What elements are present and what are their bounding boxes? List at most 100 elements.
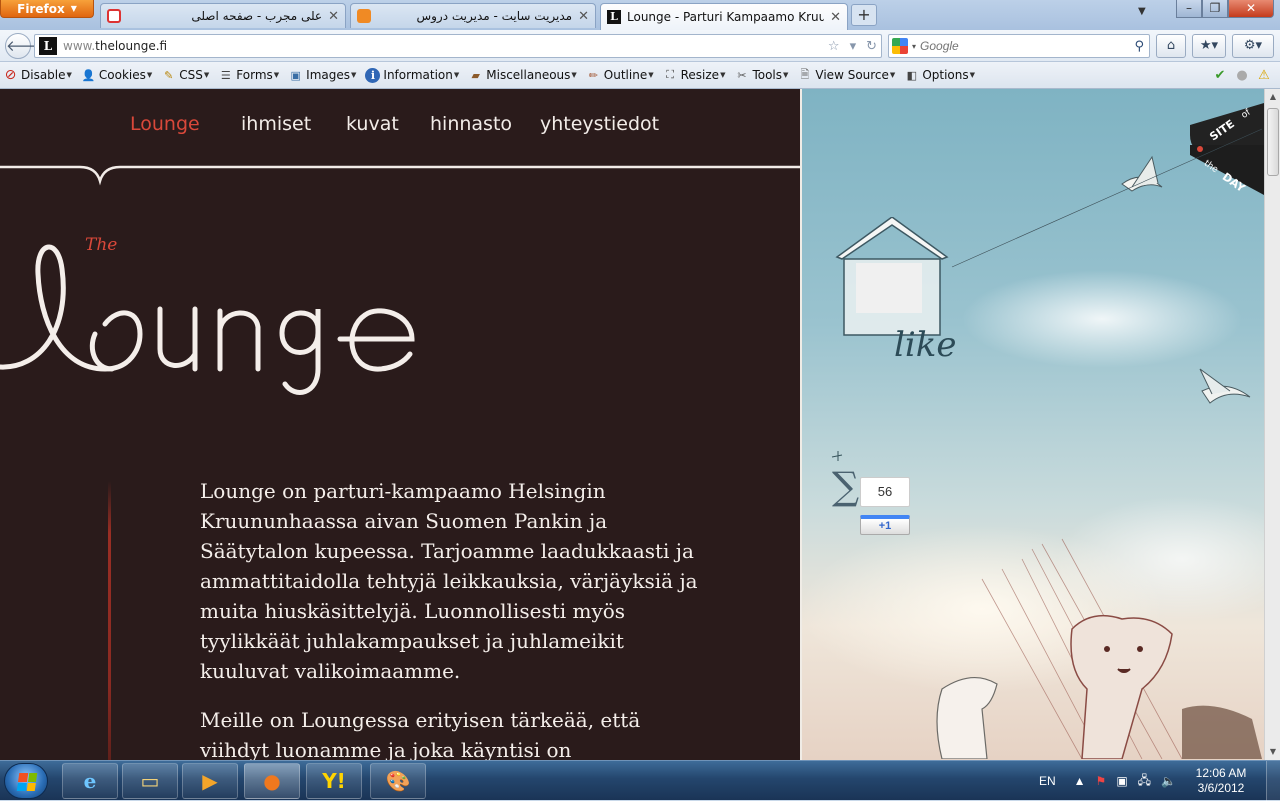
network-icon[interactable]: 🖧 — [1138, 771, 1151, 792]
nav-divider — [0, 165, 800, 186]
action-center-flag-icon[interactable]: ⚑ — [1096, 774, 1107, 788]
view-source-icon: 🗎 — [800, 67, 810, 81]
maximize-button[interactable]: ❐ — [1202, 0, 1228, 18]
gplus-count: 56 — [860, 477, 910, 507]
disable-icon: ⊘ — [4, 67, 17, 83]
nav-link-ihmiset[interactable]: ihmiset — [241, 113, 311, 135]
dev-menu-label: Options — [922, 68, 969, 82]
clock[interactable]: 12:06 AM 3/6/2012 — [1186, 766, 1256, 796]
file-explorer-icon[interactable]: ▭ — [122, 763, 178, 799]
show-desktop-button[interactable] — [1266, 761, 1280, 801]
tab-3-active[interactable]: L Lounge - Parturi Kampaamo Kruunu... ✕ — [600, 3, 848, 30]
tab-1[interactable]: علی مجرب - صفحه اصلی ✕ — [100, 3, 346, 28]
dev-menu-cookies[interactable]: 👤 Cookies ▼ — [81, 68, 153, 83]
tab-strip: Firefox ▼ علی مجرب - صفحه اصلی ✕ مدیریت … — [0, 0, 1280, 30]
cookies-icon: 👤 — [81, 68, 96, 82]
bookmarks-button[interactable]: ★▾ — [1192, 34, 1226, 58]
dev-menu-css[interactable]: ✎ CSS ▼ — [161, 68, 209, 83]
nav-link-kuvat[interactable]: kuvat — [346, 113, 399, 135]
dev-menu-resize[interactable]: ⛶ Resize ▼ — [663, 68, 725, 83]
site-identity-icon[interactable]: L — [39, 37, 57, 55]
chevron-down-icon: ▼ — [453, 71, 460, 79]
url-text[interactable]: www.thelounge.fi — [63, 39, 822, 53]
yahoo-messenger-icon[interactable]: Y! — [306, 763, 362, 799]
close-icon[interactable]: ✕ — [328, 9, 339, 24]
start-button[interactable] — [4, 763, 48, 799]
reload-icon[interactable]: ↻ — [866, 39, 877, 54]
nav-link-hinnasto[interactable]: hinnasto — [430, 113, 512, 135]
checkmark-icon[interactable]: ✔ — [1212, 67, 1228, 83]
vertical-scrollbar[interactable]: ▲ ▼ — [1264, 89, 1280, 760]
dev-menu-options[interactable]: ◧ Options ▼ — [904, 68, 975, 83]
tab-2[interactable]: مدیریت سایت - مدیریت دروس ✕ — [350, 3, 596, 28]
system-tray: EN ▲ ⚑ ▣ 🖧 🔈 12:06 AM 3/6/2012 — [1039, 761, 1280, 801]
search-icon[interactable]: ⚲ — [1134, 39, 1144, 54]
resize-icon: ⛶ — [666, 68, 674, 81]
intro-paragraph: Lounge on parturi-kampaamo Helsingin Kru… — [200, 479, 698, 683]
nav-link-yhteystiedot[interactable]: yhteystiedot — [540, 113, 659, 135]
scroll-up-arrow-icon[interactable]: ▲ — [1265, 89, 1280, 105]
home-button[interactable]: ⌂ — [1156, 34, 1186, 58]
scrollbar-thumb[interactable] — [1267, 108, 1279, 176]
warning-icon[interactable]: ⚠ — [1256, 67, 1272, 83]
firefox-icon[interactable]: ● — [244, 763, 300, 799]
search-input[interactable] — [920, 39, 1131, 53]
images-icon: ▣ — [290, 68, 301, 82]
information-icon: i — [365, 67, 381, 83]
firefox-menu-button[interactable]: Firefox ▼ — [0, 0, 94, 18]
chevron-down-icon[interactable]: ▾ — [912, 42, 916, 51]
tab-title: علی مجرب - صفحه اصلی — [191, 9, 323, 23]
lounge-logo — [0, 244, 415, 395]
clock-time: 12:06 AM — [1195, 766, 1247, 780]
content-panel: Lounge ihmiset kuvat hinnasto yhteystied… — [0, 89, 800, 760]
device-icon[interactable]: ▣ — [1116, 774, 1127, 788]
history-dropdown-icon[interactable]: ▾ — [850, 39, 857, 54]
vertical-accent-line — [108, 481, 111, 760]
close-icon[interactable]: ✕ — [830, 10, 841, 25]
dev-menu-miscellaneous[interactable]: ▰ Miscellaneous ▼ — [468, 68, 577, 83]
outline-icon: ✏ — [588, 68, 598, 82]
bookmark-star-icon[interactable]: ☆ — [828, 39, 840, 54]
volume-icon[interactable]: 🔈 — [1161, 774, 1176, 788]
language-indicator[interactable]: EN — [1039, 774, 1056, 788]
new-tab-button[interactable]: + — [851, 4, 877, 26]
chevron-down-icon: ▼ — [969, 71, 976, 79]
chevron-down-icon: ▼ — [648, 71, 654, 79]
second-paragraph: Meille on Loungessa erityisen tärkeää, e… — [200, 708, 641, 760]
forms-icon: ☰ — [220, 68, 231, 82]
internet-explorer-icon[interactable]: e — [62, 763, 118, 799]
dev-menu-outline[interactable]: ✏ Outline ▼ — [586, 68, 654, 83]
url-bar[interactable]: L www.thelounge.fi ☆ ▾ ↻ — [34, 34, 882, 58]
lounge-l-icon: L — [607, 10, 621, 24]
back-button[interactable]: 🡐 — [5, 33, 46, 59]
options-icon: ◧ — [906, 68, 918, 82]
gray-circle-icon[interactable]: ● — [1234, 67, 1250, 83]
media-player-icon[interactable]: ▶ — [182, 763, 238, 799]
show-hidden-icons-icon[interactable]: ▲ — [1074, 774, 1086, 788]
close-icon[interactable]: ✕ — [578, 9, 589, 24]
dev-menu-view-source[interactable]: 🗎 View Source ▼ — [797, 68, 895, 83]
list-all-tabs-icon[interactable]: ▼ — [1138, 6, 1146, 17]
dev-menu-forms[interactable]: ☰ Forms ▼ — [218, 68, 279, 83]
close-window-button[interactable]: ✕ — [1228, 0, 1274, 18]
dev-menu-images[interactable]: ▣ Images ▼ — [288, 68, 356, 83]
dev-menu-tools[interactable]: ✂ Tools ▼ — [734, 68, 788, 83]
facebook-like-placeholder[interactable] — [856, 263, 922, 313]
search-bar[interactable]: ▾ ⚲ — [888, 34, 1150, 58]
tab-title: Lounge - Parturi Kampaamo Kruunu... — [627, 10, 825, 24]
paint-icon[interactable]: 🎨 — [370, 763, 426, 799]
navigation-toolbar: 🡐 L www.thelounge.fi ☆ ▾ ↻ ▾ ⚲ ⌂ ★▾ ⚙▾ — [0, 30, 1280, 62]
chevron-down-icon: ▼ — [571, 71, 577, 79]
decorative-side-panel: SITE of the DAY ∑ like 56 +1 — [800, 89, 1264, 760]
dev-menu-label: Information — [383, 68, 453, 82]
tab-title: مدیریت سایت - مدیریت دروس — [416, 9, 573, 23]
dev-menu-information[interactable]: i Information ▼ — [365, 67, 460, 83]
minimize-button[interactable]: – — [1176, 0, 1202, 18]
dev-menu-disable[interactable]: ⊘ Disable ▼ — [3, 67, 72, 83]
sigma-sketch: ∑ — [832, 464, 859, 508]
scroll-down-arrow-icon[interactable]: ▼ — [1265, 744, 1280, 760]
addon-button[interactable]: ⚙▾ — [1232, 34, 1274, 58]
google-icon[interactable] — [892, 38, 908, 54]
nav-link-lounge[interactable]: Lounge — [130, 113, 200, 135]
chevron-down-icon: ▼ — [783, 71, 789, 79]
